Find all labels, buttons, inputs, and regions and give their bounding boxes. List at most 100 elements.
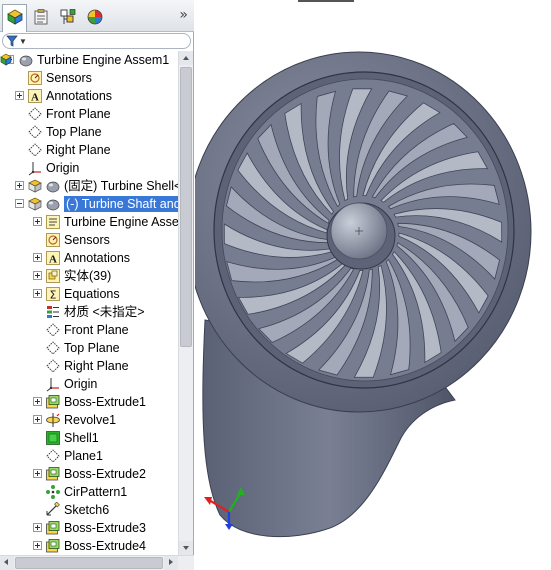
part-icon: [27, 178, 43, 194]
history-icon: [45, 214, 61, 230]
display-state-icon: [45, 178, 61, 194]
tree-item-label: Plane1: [64, 449, 103, 463]
more-tabs-icon[interactable]: »: [179, 7, 188, 23]
display-state-icon: [45, 196, 61, 212]
tree-item[interactable]: Turbine Engine Assem1: [0, 51, 178, 69]
collapse-icon[interactable]: [15, 199, 24, 208]
expand-icon[interactable]: [33, 415, 42, 424]
tree-item-label: Turbine Engine Asse: [64, 215, 178, 229]
tree-item[interactable]: A Annotations: [0, 249, 178, 267]
scroll-up-button[interactable]: [179, 51, 193, 65]
tree-item-label: Equations: [64, 287, 120, 301]
assembly-icon: [0, 52, 16, 68]
tree-item-label: Annotations: [46, 89, 113, 103]
plane-icon: [27, 124, 43, 140]
tree-item-label: Boss-Extrude4: [64, 539, 146, 553]
panel-tab-bar: »: [0, 0, 194, 32]
tree-item[interactable]: Shell1: [0, 429, 178, 447]
tree-item[interactable]: Boss-Extrude1: [0, 393, 178, 411]
scroll-thumb[interactable]: [180, 67, 192, 347]
tree-item[interactable]: Revolve1: [0, 411, 178, 429]
expand-icon[interactable]: [33, 397, 42, 406]
tree-item-label: Origin: [46, 161, 80, 175]
configuration-manager-tab[interactable]: [55, 4, 80, 29]
expand-icon[interactable]: [33, 523, 42, 532]
filter-icon: [6, 35, 18, 47]
tree-item[interactable]: A Annotations: [0, 87, 178, 105]
annotations-icon: A: [45, 250, 61, 266]
tree-horizontal-scrollbar[interactable]: [0, 555, 194, 570]
svg-text:A: A: [31, 92, 39, 104]
tree-item[interactable]: Σ Equations: [0, 285, 178, 303]
tree-item[interactable]: Boss-Extrude3: [0, 519, 178, 537]
tree-item[interactable]: (-) Turbine Shaft and: [0, 195, 178, 213]
tree-item-label: Turbine Engine Assem1: [37, 53, 170, 67]
expand-icon[interactable]: [33, 217, 42, 226]
feature-manager-panel: » ▼ Turbine Engine Assem1 Sensors A Annotat…: [0, 0, 194, 570]
solid-bodies-icon: [45, 268, 61, 284]
plane-icon: [27, 142, 43, 158]
tree-item[interactable]: Sensors: [0, 231, 178, 249]
feature-tree-icon: [7, 9, 23, 25]
tree-item[interactable]: Boss-Extrude2: [0, 465, 178, 483]
tree-item[interactable]: Front Plane: [0, 321, 178, 339]
expand-icon[interactable]: [33, 253, 42, 262]
sensors-icon: [27, 70, 43, 86]
property-manager-tab[interactable]: [28, 4, 53, 29]
svg-text:Σ: Σ: [50, 289, 57, 302]
tree-item-label: 实体(39): [64, 269, 112, 283]
tree-item[interactable]: Boss-Extrude4: [0, 537, 178, 555]
annotations-icon: A: [27, 88, 43, 104]
display-manager-tab[interactable]: [82, 4, 107, 29]
tree-item[interactable]: Front Plane: [0, 105, 178, 123]
extrude-icon: [45, 538, 61, 554]
tree-item[interactable]: 实体(39): [0, 267, 178, 285]
origin-icon: [45, 376, 61, 392]
part-icon: [27, 196, 43, 212]
tree-item[interactable]: Top Plane: [0, 339, 178, 357]
expand-icon[interactable]: [33, 541, 42, 550]
extrude-icon: [45, 466, 61, 482]
expand-icon[interactable]: [33, 271, 42, 280]
scroll-left-button[interactable]: [0, 556, 14, 570]
tree-item[interactable]: 材质 <未指定>: [0, 303, 178, 321]
plane-icon: [45, 448, 61, 464]
feature-tree: Turbine Engine Assem1 Sensors A Annotations…: [0, 51, 178, 555]
tree-item-label: Front Plane: [46, 107, 111, 121]
equations-icon: Σ: [45, 286, 61, 302]
scroll-down-button[interactable]: [179, 541, 193, 555]
tree-item[interactable]: Plane1: [0, 447, 178, 465]
material-icon: [45, 304, 61, 320]
expand-icon[interactable]: [33, 289, 42, 298]
tree-item[interactable]: Turbine Engine Asse: [0, 213, 178, 231]
expand-icon[interactable]: [33, 469, 42, 478]
tree-item-label: (固定) Turbine Shell<: [64, 179, 178, 193]
tree-item-label: Boss-Extrude3: [64, 521, 146, 535]
tree-item[interactable]: Origin: [0, 375, 178, 393]
tree-item[interactable]: Right Plane: [0, 141, 178, 159]
feature-manager-tab[interactable]: [2, 4, 27, 32]
plane-icon: [45, 340, 61, 356]
tree-item[interactable]: Sensors: [0, 69, 178, 87]
tree-item[interactable]: Top Plane: [0, 123, 178, 141]
sensors-icon: [45, 232, 61, 248]
graphics-viewport[interactable]: [195, 0, 551, 570]
tree-item[interactable]: Right Plane: [0, 357, 178, 375]
filter-dropdown-icon[interactable]: ▼: [19, 37, 27, 46]
scroll-right-button[interactable]: [164, 556, 178, 570]
tree-item-label: Annotations: [64, 251, 131, 265]
tree-item[interactable]: Sketch6: [0, 501, 178, 519]
tree-item-label: CirPattern1: [64, 485, 128, 499]
tree-item-label: Boss-Extrude1: [64, 395, 146, 409]
horizontal-scroll-thumb[interactable]: [15, 557, 163, 569]
tree-item[interactable]: (固定) Turbine Shell<: [0, 177, 178, 195]
tree-filter-field[interactable]: ▼: [2, 33, 191, 49]
turbine-fan-model[interactable]: [195, 0, 551, 570]
expand-icon[interactable]: [15, 181, 24, 190]
tree-item[interactable]: Origin: [0, 159, 178, 177]
tree-item[interactable]: CirPattern1: [0, 483, 178, 501]
expand-icon[interactable]: [15, 91, 24, 100]
tree-vertical-scrollbar[interactable]: [178, 51, 193, 555]
tree-item-label: Sensors: [46, 71, 92, 85]
tree-item-label: Right Plane: [46, 143, 111, 157]
